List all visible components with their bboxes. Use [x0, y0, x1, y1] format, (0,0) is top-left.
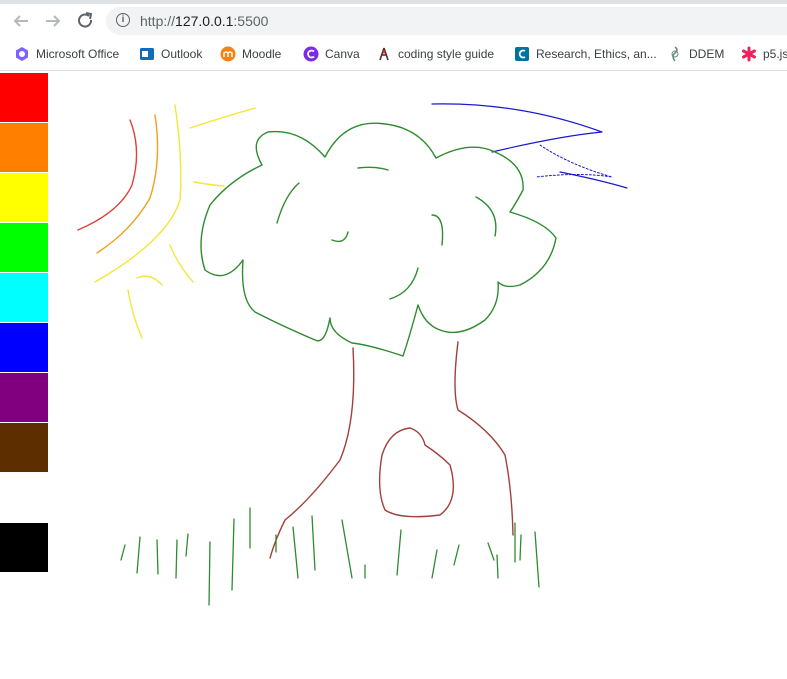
research-icon [514, 46, 530, 62]
canopy-detail-5 [475, 196, 497, 237]
sun-ray-red [77, 119, 138, 231]
swatch-cyan[interactable] [0, 273, 48, 323]
url-text[interactable]: http://127.0.0.1:5500 [140, 13, 268, 29]
canopy-detail-1 [276, 182, 300, 224]
swatch-purple[interactable] [0, 373, 48, 423]
canopy-detail-6 [389, 267, 419, 300]
bookmark-label: Outlook [161, 47, 203, 61]
tree-canopy [200, 122, 557, 357]
forward-arrow-icon [46, 15, 61, 27]
wind-line-2 [535, 144, 613, 178]
sun-ray-yellow-5 [127, 289, 143, 339]
bookmark-label: coding style guide [398, 47, 495, 61]
bookmark-microsoft-office[interactable]: Microsoft Office [14, 45, 119, 63]
outlook-icon [139, 46, 155, 62]
bookmark-p5js[interactable]: p5.js [741, 45, 787, 63]
grass [120, 507, 540, 606]
sun-ray-yellow-2 [193, 181, 225, 187]
swatch-red[interactable] [0, 73, 48, 123]
url-protocol: http:// [140, 13, 176, 29]
drawing-canvas[interactable] [0, 71, 787, 679]
bookmark-label: Canva [325, 47, 360, 61]
bookmark-label: DDEM [689, 47, 725, 61]
moodle-icon [220, 46, 236, 62]
site-info-icon[interactable]: i [116, 13, 130, 27]
wind-line-1 [431, 103, 603, 153]
bookmark-research-ethics[interactable]: Research, Ethics, an... [514, 45, 657, 63]
bookmark-moodle[interactable]: Moodle [220, 45, 281, 63]
bookmark-label: Microsoft Office [36, 47, 120, 61]
swatch-yellow[interactable] [0, 173, 48, 223]
back-button[interactable] [8, 8, 34, 34]
bookmark-outlook[interactable]: Outlook [139, 45, 202, 63]
bookmark-ddem[interactable]: DDEM [667, 45, 724, 63]
forward-button[interactable] [40, 8, 66, 34]
reload-icon [78, 12, 93, 28]
url-host: 127.0.0.1 [175, 13, 234, 29]
canopy-detail-4 [431, 214, 444, 246]
color-palette [0, 73, 48, 573]
canva-icon [303, 46, 319, 62]
bookmark-label: p5.js [763, 47, 787, 61]
browser-toolbar: i http://127.0.0.1:5500 [0, 4, 787, 38]
ddem-icon [667, 46, 683, 62]
swatch-brown[interactable] [0, 423, 48, 473]
office-icon [14, 46, 30, 62]
trunk-hole [378, 427, 454, 518]
bookmark-canva[interactable]: Canva [303, 45, 360, 63]
sun-ray-yellow-1 [189, 107, 256, 129]
canopy-detail-2 [357, 166, 389, 171]
canopy-detail-3 [331, 231, 349, 243]
bookmarks-bar: Microsoft Office Outlook Moodle Canva co… [0, 38, 787, 71]
bookmark-label: Research, Ethics, an... [536, 47, 657, 61]
p5-icon [741, 46, 757, 62]
trunk-left [269, 347, 355, 559]
swatch-white[interactable] [0, 473, 48, 523]
sun-ray-yellow-3 [169, 244, 194, 283]
address-bar[interactable]: i http://127.0.0.1:5500 [106, 7, 787, 35]
sun-ray-yellow-arc [94, 104, 182, 283]
wind-line-3 [559, 171, 628, 189]
sun-ray-orange [96, 114, 159, 254]
trunk-right [454, 341, 514, 536]
guide-icon [376, 46, 392, 62]
swatch-orange[interactable] [0, 123, 48, 173]
url-port: :5500 [233, 13, 269, 29]
reload-button[interactable] [72, 8, 98, 34]
swatch-blue[interactable] [0, 323, 48, 373]
bookmark-label: Moodle [242, 47, 282, 61]
swatch-green[interactable] [0, 223, 48, 273]
sun-ray-yellow-4 [136, 275, 163, 286]
back-arrow-icon [13, 15, 28, 27]
swatch-black[interactable] [0, 523, 48, 573]
bookmark-coding-style-guide[interactable]: coding style guide [376, 45, 494, 63]
